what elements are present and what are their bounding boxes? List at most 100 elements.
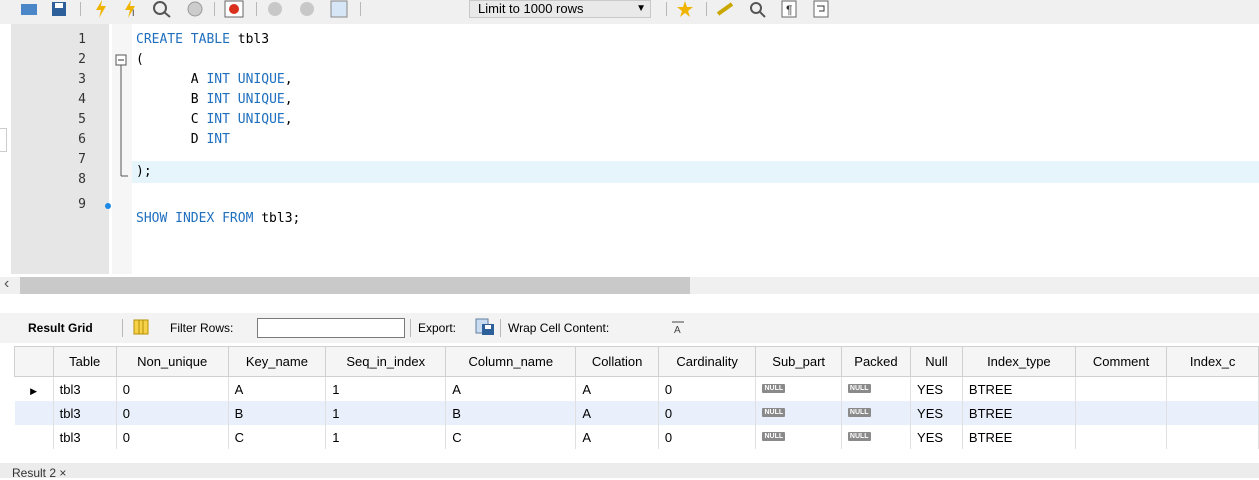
table-cell[interactable]: NULL — [755, 401, 842, 425]
table-cell[interactable]: 1 — [325, 425, 447, 449]
current-row-icon: ▶ — [30, 385, 38, 396]
column-header[interactable]: Packed — [840, 346, 912, 377]
table-cell[interactable]: 1 — [325, 376, 447, 401]
table-row[interactable]: ▶ tbl3 0 A 1 A A 0 NULL NULL YES BTREE — [14, 376, 1259, 401]
sql-keyword: INT UNIQUE — [206, 72, 285, 87]
table-cell[interactable]: B — [228, 401, 327, 425]
table-cell[interactable]: BTREE — [962, 425, 1076, 449]
column-header[interactable]: Sub_part — [755, 346, 842, 377]
table-cell[interactable]: NULL — [841, 425, 912, 449]
table-cell[interactable]: NULL — [755, 425, 842, 449]
wrap-lines-icon[interactable] — [810, 0, 832, 18]
table-cell[interactable]: tbl3 — [53, 401, 117, 425]
table-cell[interactable]: BTREE — [962, 376, 1076, 401]
fold-collapse-icon[interactable] — [115, 54, 129, 178]
table-cell[interactable] — [1166, 376, 1259, 401]
table-cell[interactable]: YES — [910, 425, 963, 449]
invisible-chars-icon[interactable]: ¶ — [778, 0, 800, 18]
column-header[interactable]: Non_unique — [115, 346, 229, 377]
table-cell[interactable]: B — [445, 401, 577, 425]
column-header[interactable]: Key_name — [227, 346, 327, 377]
filter-rows-label: Filter Rows: — [170, 321, 234, 335]
chevron-down-icon: ▼ — [636, 3, 646, 14]
table-cell[interactable]: 0 — [658, 401, 757, 425]
sql-token: , — [284, 112, 293, 127]
table-cell[interactable]: NULL — [841, 401, 912, 425]
table-cell[interactable]: 0 — [116, 401, 229, 425]
column-header[interactable]: Cardinality — [657, 346, 757, 377]
filter-rows-input[interactable] — [257, 318, 405, 338]
row-selector[interactable] — [14, 401, 54, 425]
add-snippet-icon[interactable] — [674, 0, 698, 18]
editor-horizontal-scrollbar[interactable]: ‹ — [0, 275, 1259, 294]
table-cell[interactable]: tbl3 — [53, 425, 117, 449]
query-toolbar: I Limit to 1000 rows ▼ ¶ — [0, 0, 1259, 24]
wrap-cell-icon[interactable]: A — [670, 320, 686, 334]
table-cell[interactable] — [1166, 401, 1259, 425]
table-cell[interactable]: 0 — [116, 376, 229, 401]
export-label: Export: — [418, 321, 457, 335]
table-cell[interactable] — [1075, 401, 1168, 425]
rollback-icon[interactable] — [296, 0, 318, 18]
left-edge-marker — [0, 128, 7, 152]
column-header[interactable]: Seq_in_index — [325, 346, 447, 377]
table-cell[interactable]: C — [228, 425, 327, 449]
column-header[interactable]: Index_type — [961, 346, 1076, 377]
table-cell[interactable] — [1075, 425, 1168, 449]
null-badge: NULL — [762, 383, 786, 393]
export-icon[interactable] — [475, 318, 495, 336]
scrollbar-thumb[interactable] — [20, 277, 690, 294]
column-header[interactable]: Collation — [575, 346, 659, 377]
table-cell[interactable]: 0 — [116, 425, 229, 449]
table-cell[interactable]: 0 — [658, 425, 757, 449]
table-cell[interactable]: BTREE — [962, 401, 1076, 425]
table-cell[interactable] — [1166, 425, 1259, 449]
limit-rows-select[interactable]: Limit to 1000 rows ▼ — [469, 0, 651, 18]
result-grid-label[interactable]: Result Grid — [28, 321, 93, 335]
scroll-left-icon[interactable]: ‹ — [4, 275, 9, 293]
table-cell[interactable]: NULL — [755, 376, 842, 401]
table-cell[interactable]: A — [575, 401, 659, 425]
row-selector[interactable]: ▶ — [14, 376, 54, 401]
table-cell[interactable]: A — [228, 376, 327, 401]
column-header[interactable]: Comment — [1074, 346, 1168, 377]
column-header[interactable]: Index_c — [1166, 346, 1259, 377]
column-header[interactable]: Column_name — [445, 346, 577, 377]
autocommit-icon[interactable] — [328, 0, 350, 18]
column-header[interactable]: Null — [910, 346, 963, 377]
toggle-continue-on-error-icon[interactable] — [222, 0, 246, 18]
table-cell[interactable]: C — [445, 425, 577, 449]
result-grid: Table Non_unique Key_name Seq_in_index C… — [14, 346, 1259, 449]
table-cell[interactable]: tbl3 — [53, 376, 117, 401]
sql-keyword: CREATE TABLE — [136, 32, 238, 47]
execute-current-icon[interactable]: I — [120, 0, 142, 18]
line-number: 1 — [78, 32, 86, 47]
table-row[interactable]: tbl3 0 C 1 C A 0 NULL NULL YES BTREE — [14, 425, 1259, 449]
svg-text:I: I — [132, 8, 135, 18]
svg-text:A: A — [674, 325, 681, 334]
row-selector[interactable] — [14, 425, 54, 449]
beautify-icon[interactable] — [714, 0, 738, 18]
grid-view-icon[interactable] — [133, 319, 149, 335]
table-cell[interactable]: A — [575, 376, 659, 401]
execute-icon[interactable] — [90, 0, 112, 18]
table-cell[interactable]: A — [575, 425, 659, 449]
find-icon[interactable] — [746, 0, 768, 18]
commit-icon[interactable] — [264, 0, 286, 18]
stop-icon[interactable] — [184, 0, 206, 18]
sql-token: B — [136, 92, 207, 107]
table-cell[interactable]: YES — [910, 376, 963, 401]
table-cell[interactable] — [1075, 376, 1168, 401]
table-cell[interactable]: NULL — [841, 376, 912, 401]
open-file-icon[interactable] — [18, 0, 40, 18]
save-icon[interactable] — [48, 0, 70, 18]
explain-icon[interactable] — [150, 0, 174, 18]
table-cell[interactable]: 1 — [325, 401, 447, 425]
column-header[interactable]: Table — [52, 346, 117, 377]
table-cell[interactable]: A — [445, 376, 577, 401]
line-number: 2 — [78, 52, 86, 67]
table-cell[interactable]: 0 — [658, 376, 757, 401]
table-cell[interactable]: YES — [910, 401, 963, 425]
table-row[interactable]: tbl3 0 B 1 B A 0 NULL NULL YES BTREE — [14, 401, 1259, 425]
sql-token: A — [136, 72, 207, 87]
